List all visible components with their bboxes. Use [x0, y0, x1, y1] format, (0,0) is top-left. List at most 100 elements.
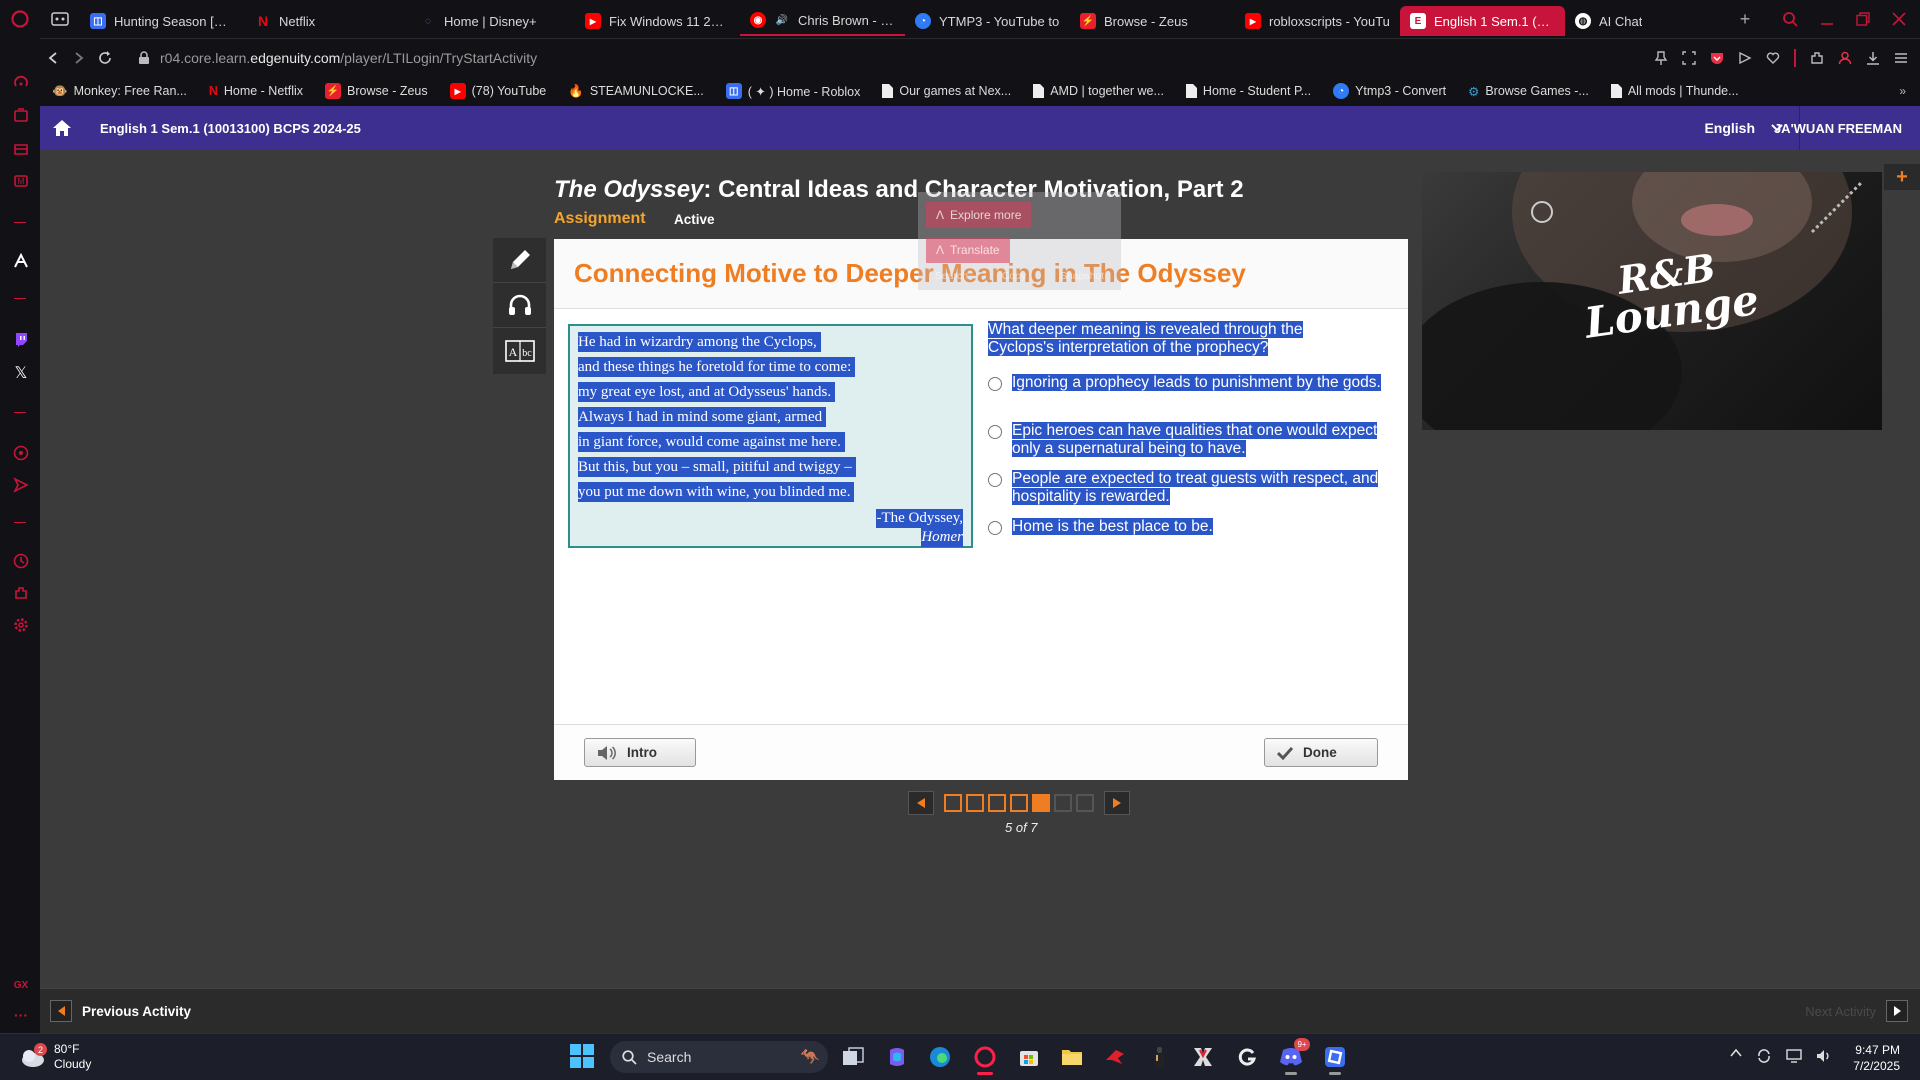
opera-gx-logo-icon[interactable]: [0, 0, 40, 38]
next-activity-button[interactable]: Next Activity: [1805, 1000, 1908, 1022]
gx-corner-icon[interactable]: [12, 106, 30, 124]
translate-button[interactable]: Λ Translate: [926, 237, 1010, 263]
tab-fix-windows[interactable]: ▶ Fix Windows 11 24H2: [575, 6, 740, 36]
tab-edgenuity[interactable]: EEnglish 1 Sem.1 (10013100: [1400, 6, 1565, 36]
tab-ai-chat[interactable]: ◍ AI Chat: [1565, 6, 1730, 36]
xbox-x-icon[interactable]: [1190, 1044, 1216, 1070]
gx-control-icon[interactable]: [12, 74, 30, 92]
speaker-icon[interactable]: 🔊: [774, 12, 790, 28]
popup-copy[interactable]: Copy: [1002, 270, 1027, 282]
done-button[interactable]: Done: [1264, 738, 1378, 767]
send-flow-icon[interactable]: [12, 476, 30, 494]
bookmark-monkey[interactable]: 🐵 Monkey: Free Ran...: [52, 84, 187, 99]
file-explorer-icon[interactable]: [1059, 1044, 1085, 1070]
microsoft-store-icon[interactable]: [1016, 1044, 1042, 1070]
tab-hunting-season[interactable]: ◫ Hunting Season [BET: [80, 6, 245, 36]
radio-button[interactable]: [988, 377, 1002, 391]
extensions-puzzle-icon[interactable]: [1810, 51, 1824, 65]
bookmark-thunderstore[interactable]: All mods | Thunde...: [1610, 84, 1739, 98]
twitch-icon[interactable]: [12, 330, 30, 348]
bookmark-amd[interactable]: AMD | together we...: [1033, 84, 1164, 98]
forward-icon[interactable]: [72, 51, 98, 65]
tab-ytmp3[interactable]: ◔ YTMP3 - YouTube to: [905, 6, 1070, 36]
page-indicator-4[interactable]: [1010, 794, 1028, 812]
profile-icon[interactable]: [1838, 51, 1852, 65]
bookmark-roblox[interactable]: ◫( ✦ ) Home - Roblox: [725, 83, 860, 99]
settings-gear-icon[interactable]: [12, 616, 30, 634]
popup-search[interactable]: Search: [935, 270, 968, 282]
tab-zeus[interactable]: ⚡ Browse - Zeus: [1070, 6, 1235, 36]
snapshot-icon[interactable]: [1682, 51, 1696, 65]
x-twitter-icon[interactable]: 𝕏: [12, 364, 30, 382]
restore-icon[interactable]: [1856, 12, 1870, 26]
flow-icon[interactable]: [1738, 51, 1752, 65]
close-icon[interactable]: [1892, 12, 1906, 26]
bookmark-netflix[interactable]: N Home - Netflix: [209, 84, 303, 98]
bookmark-student-portal[interactable]: Home - Student P...: [1185, 84, 1311, 98]
sync-icon[interactable]: [1756, 1048, 1772, 1064]
task-view-icon[interactable]: [840, 1044, 866, 1070]
user-name[interactable]: JA'WUAN FREEMAN: [1774, 106, 1902, 150]
page-indicator-6[interactable]: [1054, 794, 1072, 812]
home-button[interactable]: [40, 106, 84, 150]
volume-icon[interactable]: [1816, 1048, 1832, 1064]
bookmarks-overflow-icon[interactable]: »: [1899, 84, 1906, 98]
roblox-taskbar-icon[interactable]: [1322, 1044, 1348, 1075]
bookmark-youtube[interactable]: ▶ (78) YouTube: [449, 83, 546, 99]
player-icon[interactable]: [12, 444, 30, 462]
network-icon[interactable]: [1786, 1048, 1802, 1064]
history-icon[interactable]: [12, 552, 30, 570]
new-tab-button[interactable]: +: [1730, 4, 1760, 34]
edge-icon[interactable]: [927, 1044, 953, 1070]
character-app-icon[interactable]: [1146, 1044, 1172, 1070]
expand-plus-button[interactable]: +: [1884, 164, 1920, 190]
dictionary-tool[interactable]: Abc: [493, 328, 546, 373]
opera-gx-taskbar-icon[interactable]: [972, 1044, 998, 1075]
sidebar-more-icon[interactable]: ···: [12, 1006, 30, 1024]
system-clock[interactable]: 9:47 PM 7/2/2025: [1853, 1042, 1900, 1074]
bookmark-steamunlocked[interactable]: 🔥 STEAMUNLOCKE...: [568, 84, 704, 99]
taskbar-search[interactable]: Search 🦘: [610, 1041, 828, 1073]
highlighter-tool[interactable]: [493, 238, 546, 283]
g-hub-icon[interactable]: [1234, 1044, 1260, 1070]
bookmark-nex[interactable]: Our games at Nex...: [882, 84, 1011, 98]
url-field[interactable]: r04.core.learn.edgenuity.com/player/LTIL…: [138, 50, 537, 66]
page-indicator-5[interactable]: [1032, 794, 1050, 812]
easy-setup-icon[interactable]: [1894, 51, 1908, 65]
start-button[interactable]: [570, 1044, 594, 1068]
radio-button[interactable]: [988, 521, 1002, 535]
tray-overflow-icon[interactable]: [1730, 1048, 1742, 1064]
minimize-icon[interactable]: [1820, 12, 1834, 26]
radio-button[interactable]: [988, 425, 1002, 439]
workspaces-icon[interactable]: [40, 0, 80, 38]
page-indicator-2[interactable]: [966, 794, 984, 812]
pocket-icon[interactable]: [1710, 51, 1724, 65]
reload-icon[interactable]: [98, 50, 124, 65]
heart-icon[interactable]: [1766, 51, 1780, 65]
read-aloud-tool[interactable]: [493, 283, 546, 328]
gmail-icon[interactable]: M: [12, 172, 30, 190]
discord-icon[interactable]: 9+: [1278, 1038, 1310, 1075]
tab-chris-brown[interactable]: ◉ 🔊 Chris Brown - Re: [740, 6, 905, 36]
page-indicator-1[interactable]: [944, 794, 962, 812]
twitch-drops-icon[interactable]: [12, 140, 30, 158]
bookmark-ytmp3[interactable]: ◔ Ytmp3 - Convert: [1333, 83, 1446, 99]
extensions-icon[interactable]: [12, 584, 30, 602]
download-icon[interactable]: [1866, 51, 1880, 65]
lock-icon[interactable]: [138, 50, 150, 65]
popup-snapshot[interactable]: Snapshot: [1060, 270, 1104, 282]
next-page-button[interactable]: [1104, 791, 1130, 815]
pin-icon[interactable]: [1654, 51, 1668, 65]
tab-disney[interactable]: ◌ Home | Disney+: [410, 6, 575, 36]
tab-netflix[interactable]: N Netflix: [245, 6, 410, 36]
bookmark-browse-games[interactable]: ⚙ Browse Games -...: [1468, 84, 1589, 99]
tab-robloxscripts[interactable]: ▶ robloxscripts - YouTu: [1235, 6, 1400, 36]
page-indicator-3[interactable]: [988, 794, 1006, 812]
aria-ai-icon[interactable]: [12, 252, 30, 270]
copilot-icon[interactable]: [884, 1044, 910, 1070]
game-launcher-icon[interactable]: [1102, 1044, 1128, 1070]
radio-button[interactable]: [988, 473, 1002, 487]
prev-page-button[interactable]: [908, 791, 934, 815]
back-icon[interactable]: [46, 51, 72, 65]
page-indicator-7[interactable]: [1076, 794, 1094, 812]
